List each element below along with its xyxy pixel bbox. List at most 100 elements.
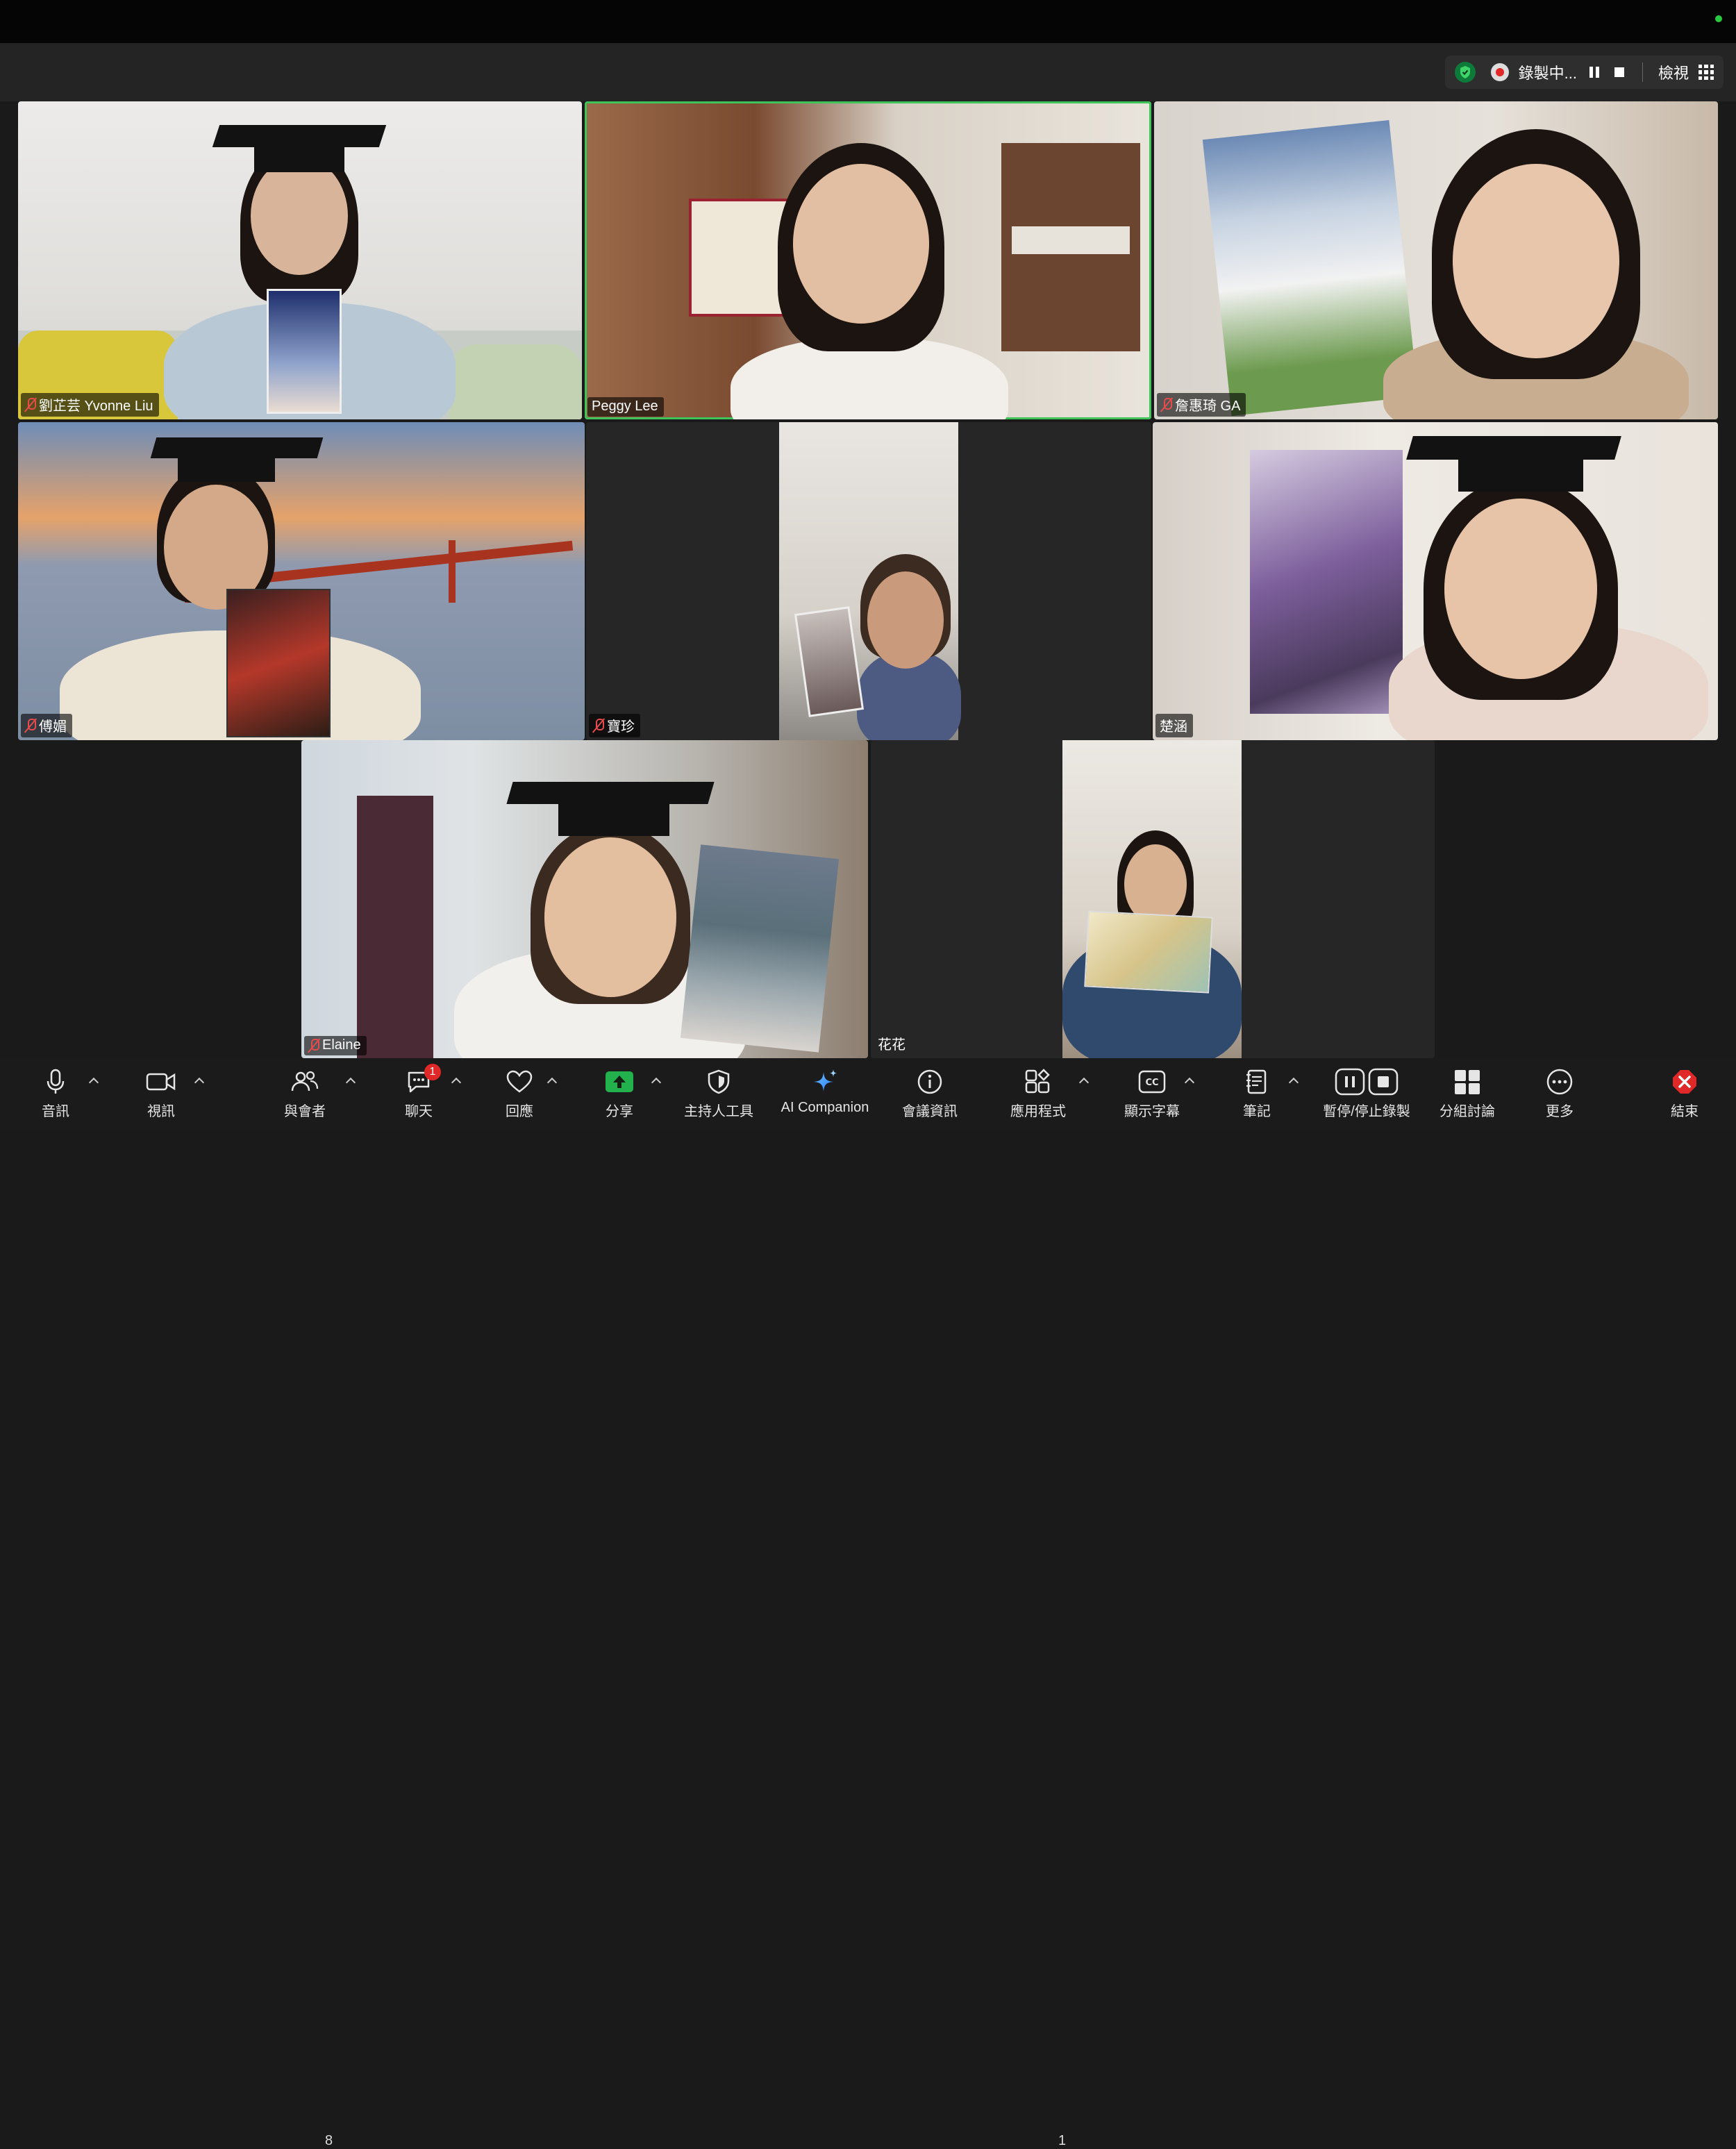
end-label: 結束 — [1671, 1104, 1699, 1119]
video-tile-active-speaker[interactable]: Peggy Lee — [585, 101, 1151, 419]
participant-name-label: Elaine — [304, 1036, 367, 1055]
breakout-rooms-button[interactable]: 分組討論 — [1436, 1058, 1499, 1129]
participant-name: 花花 — [878, 1037, 905, 1053]
pause-stop-recording-button[interactable]: 暫停/停止錄製 — [1317, 1058, 1417, 1129]
muted-mic-icon — [25, 397, 36, 412]
captions-button[interactable]: CC 顯示字幕 — [1114, 1058, 1190, 1129]
breakout-label: 分組討論 — [1439, 1104, 1495, 1119]
participant-name: 寶珍 — [607, 719, 635, 735]
participant-name-label: 劉芷芸 Yvonne Liu — [21, 393, 159, 417]
participant-name-label: 寶珍 — [589, 714, 640, 737]
participants-icon — [291, 1068, 319, 1096]
notes-icon — [1244, 1068, 1269, 1096]
participant-name: Elaine — [322, 1037, 361, 1053]
gallery-grid-icon[interactable] — [1699, 65, 1714, 80]
apps-label: 應用程式 — [1010, 1104, 1066, 1119]
participants-label: 與會者 — [284, 1104, 326, 1119]
participant-name-label: 詹惠琦 GA — [1157, 393, 1246, 417]
participant-name-label: Peggy Lee — [587, 397, 664, 417]
view-button-label[interactable]: 檢視 — [1658, 61, 1689, 83]
video-tile[interactable]: 花花 — [871, 740, 1435, 1058]
chat-label: 聊天 — [405, 1104, 433, 1119]
video-options-chevron-icon[interactable] — [194, 1076, 204, 1086]
reactions-button[interactable]: 回應 — [499, 1058, 540, 1129]
record-label: 暫停/停止錄製 — [1323, 1104, 1410, 1119]
participants-count: 8 — [325, 2133, 333, 2148]
video-tile[interactable]: 楚涵 — [1153, 422, 1718, 740]
more-label: 更多 — [1546, 1104, 1574, 1119]
participant-name-label: 楚涵 — [1155, 714, 1193, 737]
info-icon — [917, 1068, 943, 1096]
share-options-chevron-icon[interactable] — [651, 1076, 661, 1086]
breakout-rooms-icon — [1453, 1068, 1481, 1096]
video-tile[interactable]: 傅媚 — [18, 422, 585, 740]
stop-recording-icon[interactable] — [1614, 67, 1624, 77]
video-tile[interactable]: 詹惠琦 GA — [1154, 101, 1718, 419]
notes-options-chevron-icon[interactable] — [1289, 1076, 1299, 1086]
apps-icon — [1024, 1068, 1052, 1096]
meeting-toolbar: 音訊 視訊 與會者 8 1 聊天 回應 分享 主持人工具 AI Companio… — [0, 1058, 1736, 2148]
window-titlebar — [0, 0, 1736, 43]
meeting-info-button[interactable]: 會議資訊 — [892, 1058, 968, 1129]
audio-label: 音訊 — [42, 1104, 69, 1119]
notes-button[interactable]: 筆記 — [1237, 1058, 1276, 1129]
more-options-icon — [1546, 1068, 1574, 1096]
chat-options-chevron-icon[interactable] — [451, 1076, 461, 1086]
microphone-icon — [45, 1068, 66, 1096]
recording-status-text: 錄製中... — [1518, 65, 1577, 82]
pause-stop-icon — [1335, 1068, 1399, 1096]
host-tools-button[interactable]: 主持人工具 — [681, 1058, 757, 1129]
participant-name-label: 花花 — [874, 1032, 911, 1055]
apps-options-chevron-icon[interactable] — [1079, 1076, 1089, 1086]
recording-icon — [1490, 63, 1509, 81]
status-group: 錄製中... 檢視 — [1444, 56, 1724, 89]
muted-mic-icon — [308, 1038, 319, 1053]
participant-name: Peggy Lee — [592, 399, 658, 414]
svg-text:CC: CC — [1145, 1078, 1158, 1088]
share-screen-icon — [604, 1068, 635, 1096]
participant-name: 楚涵 — [1160, 719, 1187, 735]
audio-options-chevron-icon[interactable] — [89, 1076, 99, 1086]
encryption-shield-icon[interactable] — [1454, 62, 1476, 83]
notes-label: 筆記 — [1243, 1104, 1271, 1119]
ai-companion-label: AI Companion — [781, 1100, 869, 1115]
muted-mic-icon — [593, 718, 604, 733]
video-tile[interactable]: 寶珍 — [586, 422, 1151, 740]
camera-icon — [146, 1068, 176, 1096]
closed-captions-icon: CC — [1138, 1068, 1166, 1096]
muted-mic-icon — [25, 718, 36, 733]
meeting-topbar: 錄製中... 檢視 — [0, 43, 1736, 101]
chat-icon: 1 — [406, 1064, 441, 1096]
video-label: 視訊 — [147, 1104, 175, 1119]
end-meeting-button[interactable]: 結束 — [1665, 1058, 1704, 1129]
pause-recording-icon[interactable] — [1589, 67, 1599, 78]
captions-options-chevron-icon[interactable] — [1185, 1076, 1194, 1086]
share-label: 分享 — [606, 1104, 633, 1119]
status-dot-icon — [1715, 15, 1722, 22]
apps-count: 1 — [1058, 2133, 1067, 2148]
reactions-label: 回應 — [506, 1104, 533, 1119]
participant-name: 傅媚 — [39, 719, 67, 735]
ai-companion-button[interactable]: AI Companion — [776, 1058, 874, 1129]
more-button[interactable]: 更多 — [1540, 1058, 1579, 1129]
captions-label: 顯示字幕 — [1124, 1104, 1180, 1119]
audio-button[interactable]: 音訊 — [36, 1058, 75, 1129]
apps-button[interactable]: 應用程式 — [1000, 1058, 1076, 1129]
video-tile[interactable]: Elaine — [301, 740, 868, 1058]
reactions-options-chevron-icon[interactable] — [547, 1076, 557, 1086]
participant-name: 詹惠琦 GA — [1175, 399, 1241, 414]
divider — [1642, 62, 1643, 82]
sparkle-icon — [810, 1068, 840, 1096]
chat-unread-badge: 1 — [424, 1064, 441, 1080]
video-button[interactable]: 視訊 — [142, 1058, 181, 1129]
participant-name-label: 傅媚 — [21, 714, 72, 737]
participants-button[interactable]: 與會者 — [281, 1058, 329, 1129]
video-tile[interactable]: 劉芷芸 Yvonne Liu — [18, 101, 582, 419]
muted-mic-icon — [1161, 397, 1172, 412]
share-button[interactable]: 分享 — [600, 1058, 639, 1129]
participants-options-chevron-icon[interactable] — [346, 1076, 356, 1086]
chat-button[interactable]: 1 聊天 — [399, 1058, 441, 1129]
host-tools-label: 主持人工具 — [684, 1104, 753, 1119]
meeting-info-label: 會議資訊 — [902, 1104, 958, 1119]
end-meeting-icon — [1671, 1068, 1699, 1096]
